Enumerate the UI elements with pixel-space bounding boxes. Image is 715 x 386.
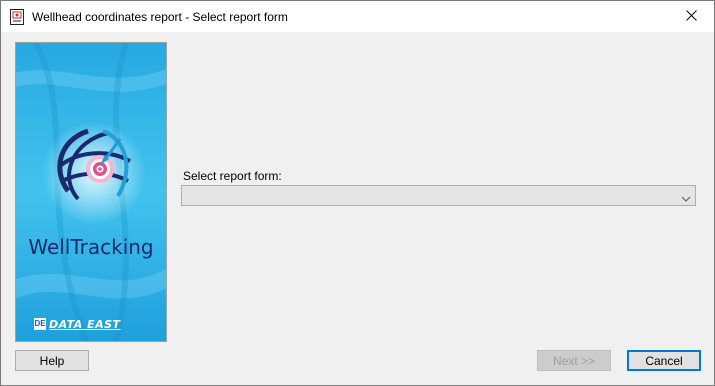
- dialog-window: Wellhead coordinates report - Select rep…: [0, 0, 715, 386]
- company-logo: DE DATA EAST: [34, 317, 152, 331]
- close-icon: [685, 9, 697, 24]
- cancel-button[interactable]: Cancel: [627, 350, 701, 371]
- report-form-select[interactable]: [181, 185, 696, 206]
- app-icon: [10, 9, 24, 25]
- report-form-label: Select report form:: [183, 169, 282, 183]
- company-name: DATA EAST: [49, 317, 121, 331]
- company-mark: DE: [34, 318, 46, 330]
- chevron-down-icon: [681, 192, 691, 202]
- help-button[interactable]: Help: [15, 350, 89, 371]
- window-title: Wellhead coordinates report - Select rep…: [32, 10, 288, 24]
- product-banner: WellTracking DE DATA EAST: [15, 42, 167, 342]
- next-button[interactable]: Next >>: [537, 350, 611, 371]
- globe-target-icon: [57, 128, 131, 201]
- brand-name: WellTracking: [28, 235, 154, 259]
- close-button[interactable]: [668, 1, 714, 32]
- title-bar: Wellhead coordinates report - Select rep…: [1, 1, 714, 32]
